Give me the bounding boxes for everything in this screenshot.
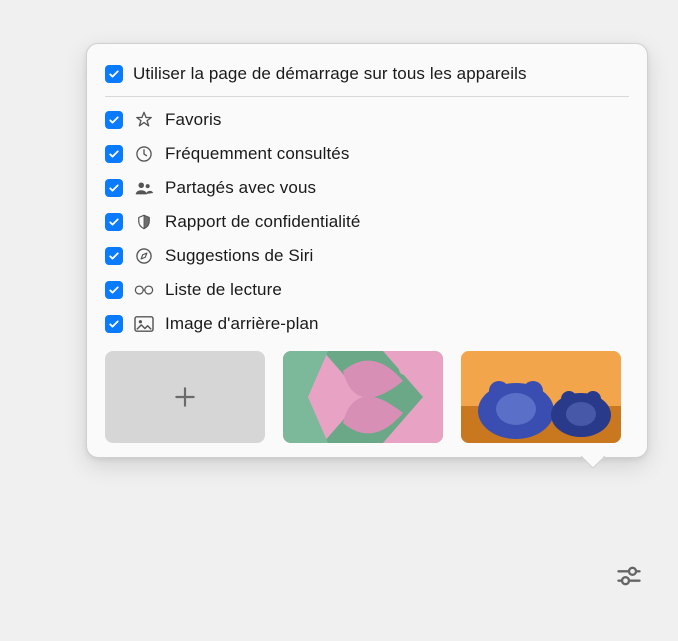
option-siri-checkbox[interactable] xyxy=(105,247,123,265)
background-thumbnail-butterfly[interactable] xyxy=(283,351,443,443)
option-lecture-checkbox[interactable] xyxy=(105,281,123,299)
option-favoris-checkbox[interactable] xyxy=(105,111,123,129)
option-frequemment-label: Fréquemment consultés xyxy=(165,144,349,164)
checkmark-icon xyxy=(108,250,120,262)
option-lecture-label: Liste de lecture xyxy=(165,280,282,300)
option-partages-label: Partagés avec vous xyxy=(165,178,316,198)
checkmark-icon xyxy=(108,68,120,80)
bears-art-icon xyxy=(461,351,621,443)
option-siri-label: Suggestions de Siri xyxy=(165,246,313,266)
butterfly-art-icon xyxy=(283,351,443,443)
use-on-all-devices-label: Utiliser la page de démarrage sur tous l… xyxy=(133,64,527,84)
sliders-icon xyxy=(615,562,643,590)
people-icon xyxy=(133,177,155,199)
divider xyxy=(105,96,629,97)
plus-icon xyxy=(172,384,198,410)
checkmark-icon xyxy=(108,148,120,160)
option-background-checkbox[interactable] xyxy=(105,315,123,333)
image-icon xyxy=(133,313,155,335)
option-rapport-label: Rapport de confidentialité xyxy=(165,212,360,232)
star-icon xyxy=(133,109,155,131)
option-siri-row: Suggestions de Siri xyxy=(105,239,629,273)
compass-icon xyxy=(133,245,155,267)
option-partages-row: Partagés avec vous xyxy=(105,171,629,205)
clock-icon xyxy=(133,143,155,165)
add-background-button[interactable] xyxy=(105,351,265,443)
settings-toggle-button[interactable] xyxy=(612,559,646,593)
popover-tail-icon xyxy=(581,456,605,468)
checkmark-icon xyxy=(108,318,120,330)
use-on-all-devices-row: Utiliser la page de démarrage sur tous l… xyxy=(105,58,629,90)
glasses-icon xyxy=(133,279,155,301)
shield-icon xyxy=(133,211,155,233)
checkmark-icon xyxy=(108,114,120,126)
use-on-all-devices-checkbox[interactable] xyxy=(105,65,123,83)
option-background-row: Image d'arrière-plan xyxy=(105,307,629,341)
option-frequemment-row: Fréquemment consultés xyxy=(105,137,629,171)
checkmark-icon xyxy=(108,216,120,228)
background-thumbnail-row xyxy=(105,351,629,443)
background-thumbnail-bears[interactable] xyxy=(461,351,621,443)
startpage-settings-popover: Utiliser la page de démarrage sur tous l… xyxy=(86,43,648,458)
checkmark-icon xyxy=(108,284,120,296)
option-background-label: Image d'arrière-plan xyxy=(165,314,319,334)
option-rapport-checkbox[interactable] xyxy=(105,213,123,231)
option-favoris-label: Favoris xyxy=(165,110,221,130)
option-partages-checkbox[interactable] xyxy=(105,179,123,197)
checkmark-icon xyxy=(108,182,120,194)
option-lecture-row: Liste de lecture xyxy=(105,273,629,307)
option-rapport-row: Rapport de confidentialité xyxy=(105,205,629,239)
option-favoris-row: Favoris xyxy=(105,103,629,137)
option-frequemment-checkbox[interactable] xyxy=(105,145,123,163)
